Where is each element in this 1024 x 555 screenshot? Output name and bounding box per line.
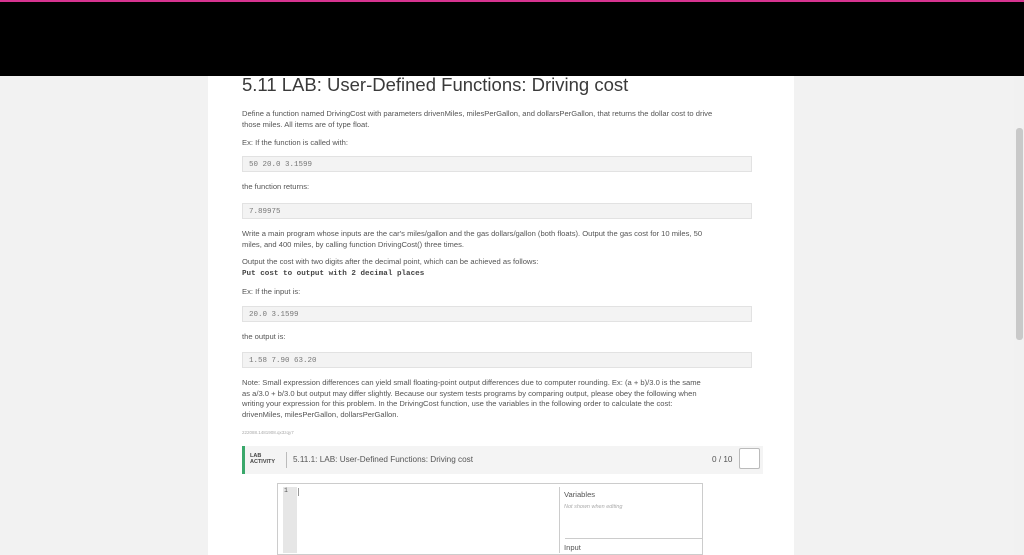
note-paragraph: Note: Small expression differences can y… bbox=[242, 378, 762, 420]
content-panel: 5.11 LAB: User-Defined Functions: Drivin… bbox=[208, 76, 794, 555]
divider bbox=[565, 538, 703, 539]
variables-note: Not shown when editing bbox=[564, 504, 623, 510]
divider bbox=[286, 452, 287, 468]
main-program-paragraph: Write a main program whose inputs are th… bbox=[242, 229, 762, 250]
text-line: drivenMiles, milesPerGallon, dollarsPerG… bbox=[242, 409, 399, 419]
text-line: as a/3.0 + b/3.0 but output may differ s… bbox=[242, 388, 697, 398]
text-line: writing your expression for this problem… bbox=[242, 399, 673, 409]
code-editor-panel: 1 Variables Not shown when editing Input bbox=[277, 483, 703, 555]
text-line: Define a function named DrivingCost with… bbox=[242, 109, 713, 118]
redacted-header bbox=[0, 2, 1024, 76]
example-input-code: 50 20.0 3.1599 bbox=[242, 156, 752, 172]
returns-label: the function returns: bbox=[242, 182, 310, 191]
text-line: Write a main program whose inputs are th… bbox=[242, 229, 703, 238]
description-paragraph: Define a function named DrivingCost with… bbox=[242, 109, 762, 130]
lab-activity-tag: LAB ACTIVITY bbox=[250, 453, 275, 465]
lab-activity-header[interactable]: LAB ACTIVITY 5.11.1: LAB: User-Defined F… bbox=[242, 446, 763, 474]
text-cursor bbox=[298, 488, 299, 496]
scrollbar-thumb[interactable] bbox=[1016, 128, 1023, 340]
pseudocode-line: Put cost to output with 2 decimal places bbox=[242, 270, 425, 278]
returns-code: 7.89975 bbox=[242, 203, 752, 219]
line-number-gutter bbox=[283, 487, 297, 553]
output-format-text: Output the cost with two digits after th… bbox=[242, 257, 539, 266]
code-editor[interactable] bbox=[297, 487, 560, 553]
example-output-code: 1.58 7.90 63.20 bbox=[242, 352, 752, 368]
lab-activity-title: 5.11.1: LAB: User-Defined Functions: Dri… bbox=[293, 455, 474, 464]
completion-checkbox-icon bbox=[739, 448, 760, 469]
example-input-label: Ex: If the input is: bbox=[242, 287, 301, 296]
lab-score: 0 / 10 bbox=[712, 455, 733, 464]
line-number: 1 bbox=[284, 487, 288, 494]
input-label: Input bbox=[564, 543, 581, 552]
output-label: the output is: bbox=[242, 332, 286, 341]
lab-tag-line: ACTIVITY bbox=[250, 459, 276, 465]
page-title: 5.11 LAB: User-Defined Functions: Drivin… bbox=[242, 76, 629, 95]
text-line: Note: Small expression differences can y… bbox=[242, 378, 701, 387]
example-input-code-2: 20.0 3.1599 bbox=[242, 306, 752, 322]
activity-id: 222088.1481908.qx3zqy7 bbox=[242, 430, 294, 435]
example-label: Ex: If the function is called with: bbox=[242, 138, 348, 147]
text-line: those miles. All items are of type float… bbox=[242, 119, 370, 129]
text-line: miles, and 400 miles, by calling functio… bbox=[242, 239, 464, 249]
variables-label: Variables bbox=[564, 490, 596, 499]
